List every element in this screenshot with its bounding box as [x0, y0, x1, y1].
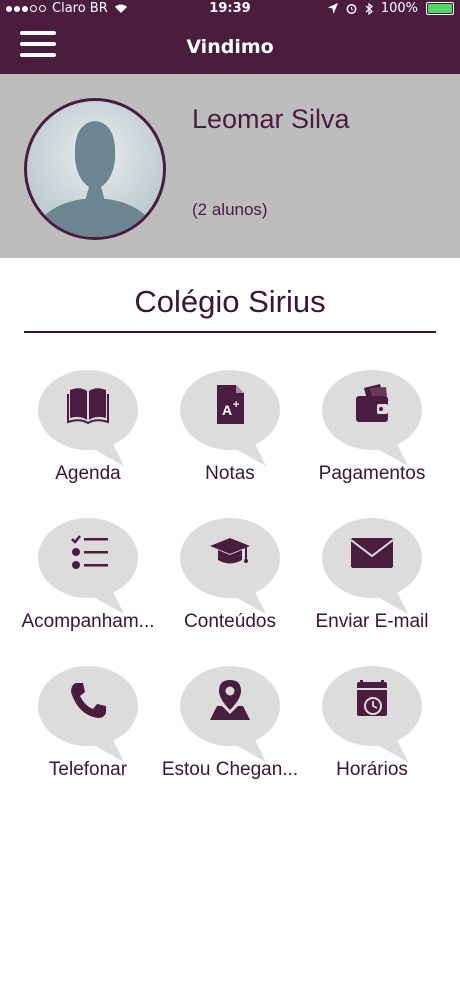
map-pin-icon — [210, 680, 250, 720]
divider — [24, 331, 436, 333]
tile-enviar-email[interactable]: Enviar E-mail — [302, 514, 442, 634]
graduation-cap-icon — [210, 538, 250, 564]
tile-acompanhamento[interactable]: Acompanham... — [18, 514, 158, 634]
student-count: (2 alunos) — [192, 200, 268, 219]
bluetooth-icon — [365, 2, 373, 15]
tile-label: Telefonar — [48, 759, 128, 780]
app-title: Vindimo — [186, 36, 274, 58]
tile-label: Agenda — [55, 463, 121, 484]
tile-label: Notas — [205, 463, 255, 484]
tile-telefonar[interactable]: Telefonar — [18, 662, 158, 782]
tile-conteudos[interactable]: Conteúdos — [160, 514, 300, 634]
battery-percent: 100% — [380, 1, 418, 16]
checklist-icon — [71, 535, 108, 569]
avatar[interactable] — [24, 98, 166, 240]
navigation-bar: Vindimo — [0, 18, 460, 74]
wallet-icon — [356, 384, 388, 422]
tile-label: Conteúdos — [184, 611, 276, 632]
status-right: 100% — [327, 1, 454, 16]
profile-header: Leomar Silva (2 alunos) — [0, 74, 460, 258]
battery-icon — [426, 2, 454, 15]
tile-label: Estou Chegan... — [161, 759, 299, 780]
tile-estou-chegando[interactable]: Estou Chegan... — [160, 662, 300, 782]
tile-label: Horários — [336, 759, 408, 780]
tile-pagamentos[interactable]: Pagamentos — [302, 366, 442, 486]
user-name: Leomar Silva — [192, 104, 350, 134]
phone-icon — [71, 683, 106, 718]
alarm-icon — [346, 4, 357, 14]
tile-notas[interactable]: A + Notas — [160, 366, 300, 486]
tile-label: Acompanham... — [21, 611, 155, 632]
status-bar: Claro BR 19:39 100% — [0, 0, 460, 18]
envelope-icon — [350, 538, 394, 568]
tile-horarios[interactable]: Horários — [302, 662, 442, 782]
book-icon — [67, 388, 109, 425]
hamburger-icon — [20, 31, 56, 35]
school-name: Colégio Sirius — [134, 284, 326, 319]
user-silhouette-icon — [33, 121, 157, 237]
svg-text:+: + — [233, 399, 239, 411]
tile-agenda[interactable]: Agenda — [18, 366, 158, 486]
svg-text:A: A — [222, 402, 232, 418]
tile-label: Enviar E-mail — [315, 611, 429, 632]
tile-label: Pagamentos — [318, 463, 426, 484]
calendar-clock-icon — [357, 680, 387, 716]
grade-document-icon: A + — [217, 385, 244, 424]
location-arrow-icon — [327, 3, 338, 14]
